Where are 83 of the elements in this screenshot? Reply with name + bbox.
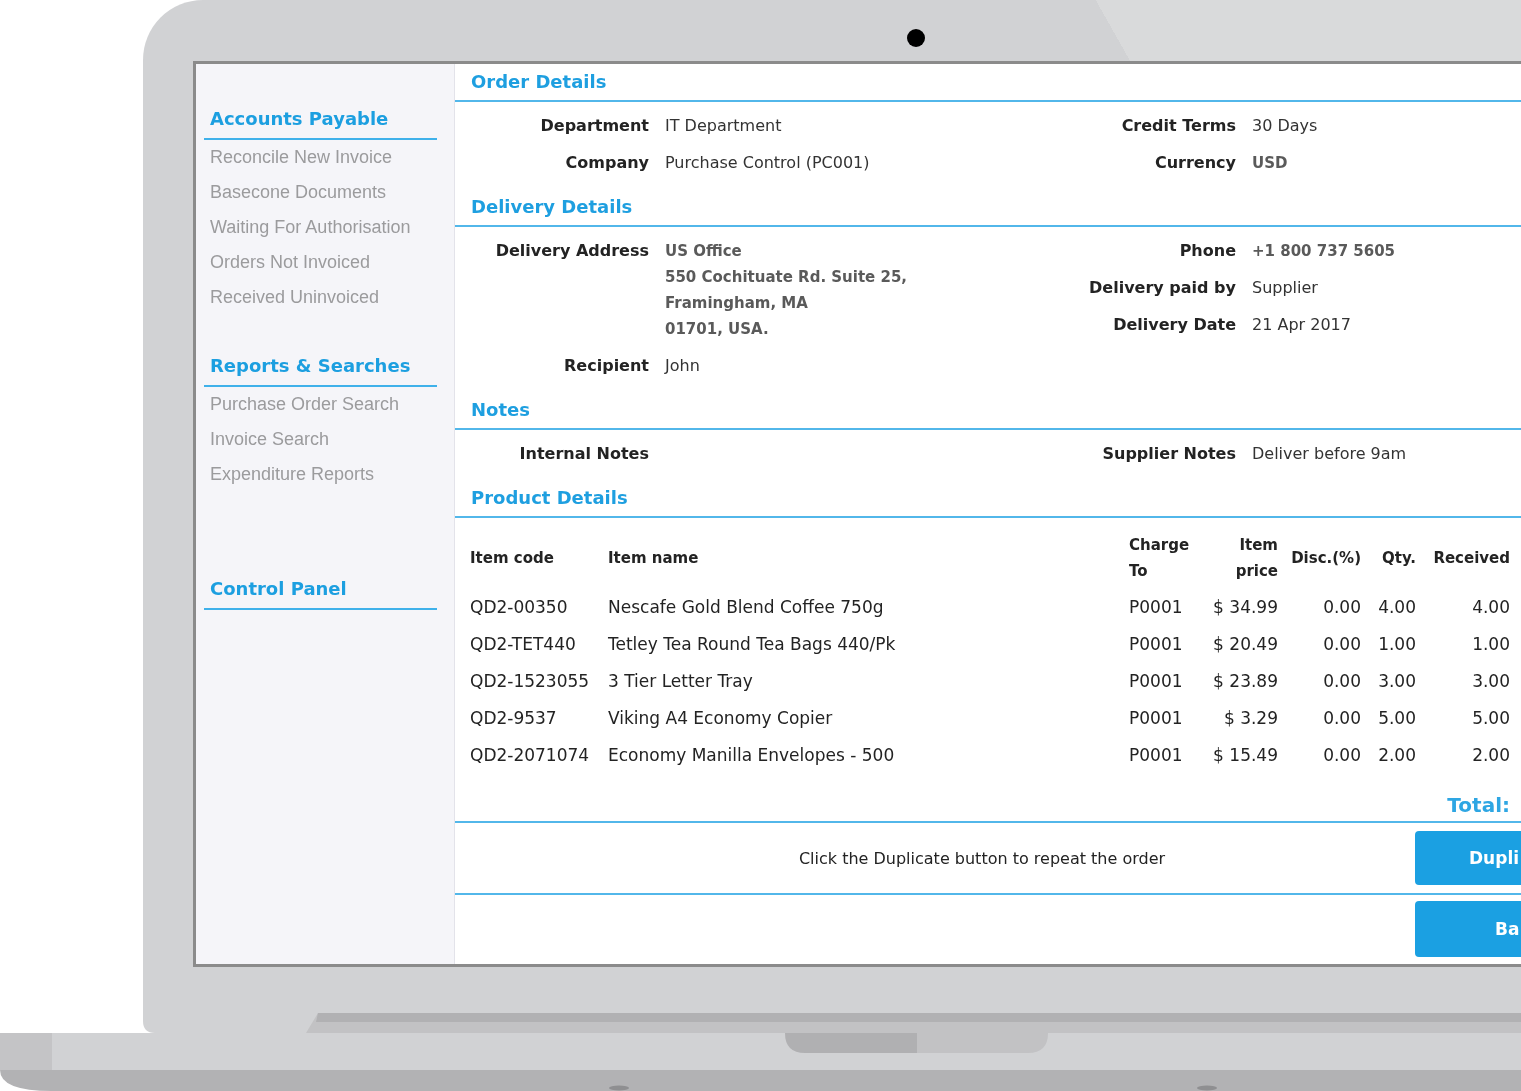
field-label: Delivery Address: [495, 240, 649, 262]
field-value: USD: [1252, 153, 1288, 174]
field-value: Purchase Control (PC001): [665, 152, 870, 174]
field-value: John: [665, 355, 700, 377]
camera-icon: [907, 29, 925, 47]
field-label: Company: [565, 152, 649, 174]
action-button[interactable]: Dupli: [1415, 831, 1521, 885]
table-cell-text: Economy Manilla Envelopes - 500: [608, 743, 896, 767]
section-heading: Notes: [455, 392, 1521, 430]
table-cell-text: 2.00: [1377, 743, 1416, 767]
table-cell-text: 4.00: [1471, 595, 1510, 619]
table-cell-text: Nescafe Gold Blend Coffee 750g: [608, 595, 885, 619]
table-cell-text: 0.00: [1322, 706, 1361, 730]
field-label: Recipient: [564, 355, 649, 377]
field-value: 21 Apr 2017: [1252, 314, 1351, 336]
sidebar-heading: Reports & Searches: [204, 347, 437, 387]
field-label: Delivery paid by: [1089, 277, 1236, 299]
table-cell-text: 0.00: [1322, 595, 1361, 619]
table-cell-text: P0001: [1129, 595, 1184, 619]
table-cell-text: 3 Tier Letter Tray: [608, 669, 754, 693]
field-value: IT Department: [665, 115, 782, 137]
sidebar-link[interactable]: Basecone Documents: [204, 175, 437, 210]
table-cell: QD2-9537: [470, 699, 608, 736]
field-label: Phone: [1179, 240, 1236, 262]
table-cell: QD2-TET440: [470, 625, 608, 662]
table-cell-text: 3.00: [1471, 669, 1510, 693]
sidebar-link[interactable]: Expenditure Reports: [204, 457, 437, 492]
table-cell-text: 1.00: [1377, 632, 1416, 656]
table-cell-text: QD2-1523055: [470, 669, 591, 693]
table-cell-text: 0.00: [1322, 632, 1361, 656]
table-cell-text: $ 34.99: [1212, 595, 1278, 619]
sidebar-link[interactable]: Orders Not Invoiced: [204, 245, 437, 280]
total-label: Total:: [1447, 792, 1510, 819]
table-cell-text: P0001: [1129, 669, 1184, 693]
field-label: Delivery Date: [1113, 314, 1236, 336]
table-cell-text: Viking A4 Economy Copier: [608, 706, 834, 730]
table-cell-text: Tetley Tea Round Tea Bags 440/Pk: [608, 632, 897, 656]
field-value: Supplier: [1252, 277, 1318, 299]
section-heading: Order Details: [455, 64, 1521, 102]
sidebar-link[interactable]: Waiting For Authorisation: [204, 210, 437, 245]
column-header: Received: [1433, 548, 1510, 569]
sidebar-heading: Accounts Payable: [204, 100, 437, 140]
section-heading: Delivery Details: [455, 189, 1521, 227]
section-heading: Product Details: [455, 480, 1521, 518]
table-cell-text: $ 23.89: [1212, 669, 1278, 693]
field-label: Supplier Notes: [1102, 443, 1236, 465]
table-cell-text: QD2-00350: [470, 595, 569, 619]
column-header: Qty.: [1381, 548, 1416, 569]
table-cell-text: P0001: [1129, 632, 1184, 656]
table-cell-text: 2.00: [1471, 743, 1510, 767]
sidebar-link[interactable]: Invoice Search: [204, 422, 437, 457]
table-cell-text: 4.00: [1377, 595, 1416, 619]
field-label: Internal Notes: [519, 443, 649, 465]
table-cell-text: 5.00: [1471, 706, 1510, 730]
table-cell-text: 0.00: [1322, 669, 1361, 693]
sidebar-link[interactable]: Purchase Order Search: [204, 387, 437, 422]
column-header: Item price: [1234, 535, 1278, 582]
column-header: Item code: [470, 548, 554, 569]
table-cell-text: P0001: [1129, 743, 1184, 767]
column-header: Disc.(%): [1291, 548, 1361, 569]
column-header: Item name: [608, 548, 699, 569]
sidebar-link[interactable]: Received Uninvoiced: [204, 280, 437, 315]
table-cell-text: P0001: [1129, 706, 1184, 730]
field-label: Credit Terms: [1121, 115, 1236, 137]
table-cell-text: $ 3.29: [1222, 706, 1278, 730]
sidebar-heading: Control Panel: [204, 570, 437, 610]
field-label: Department: [540, 115, 649, 137]
field-label: Currency: [1154, 152, 1236, 174]
table-cell-text: $ 15.49: [1212, 743, 1278, 767]
table-cell-text: 0.00: [1322, 743, 1361, 767]
field-value: Deliver before 9am: [1252, 443, 1407, 465]
table-cell-text: QD2-2071074: [470, 743, 591, 767]
field-value: 30 Days: [1252, 115, 1318, 137]
footer-message: Click the Duplicate button to repeat the order: [797, 848, 1167, 868]
action-button[interactable]: Ba: [1415, 900, 1521, 957]
column-header: Charge To: [1129, 535, 1191, 582]
field-value: US Office 550 Cochituate Rd. Suite 25, Framingham, MA 01701, USA.: [665, 241, 908, 340]
table-cell-text: 1.00: [1471, 632, 1510, 656]
table-cell-text: 3.00: [1377, 669, 1416, 693]
table-cell-text: $ 20.49: [1212, 632, 1278, 656]
table-cell-text: 5.00: [1377, 706, 1416, 730]
sidebar-link[interactable]: Reconcile New Invoice: [204, 140, 437, 175]
field-value: +1 800 737 5605: [1252, 241, 1396, 262]
